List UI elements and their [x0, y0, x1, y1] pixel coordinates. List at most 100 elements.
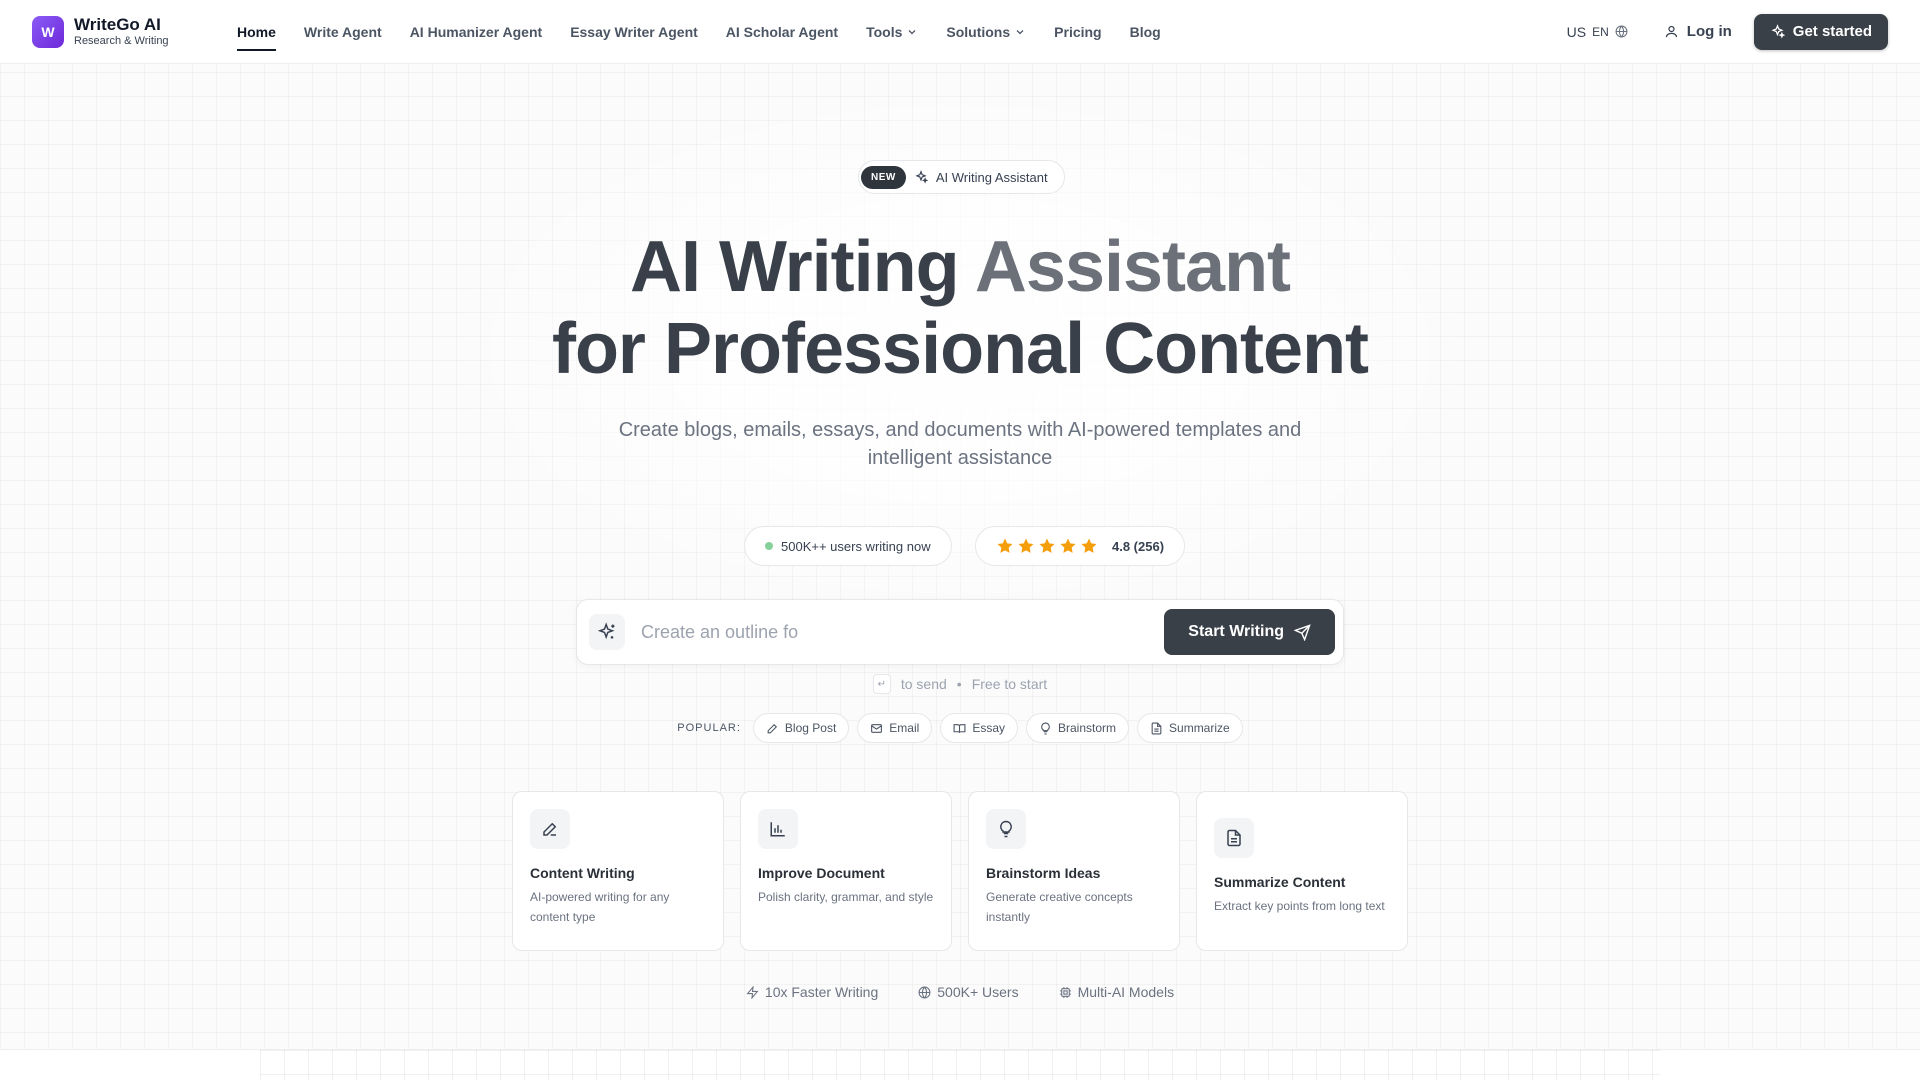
hint-separator: • — [956, 676, 962, 692]
chip-essay[interactable]: Essay — [940, 713, 1018, 743]
enter-key-icon: ↵ — [872, 674, 891, 694]
nav-ai-humanizer-agent[interactable]: AI Humanizer Agent — [410, 0, 543, 64]
chip-label: Email — [889, 721, 920, 735]
stats-row: 10x Faster Writing 500K+ Users Multi-AI … — [0, 984, 1920, 1000]
brand-name: WriteGo AI — [74, 15, 161, 35]
start-writing-label: Start Writing — [1188, 623, 1284, 640]
star-rating — [996, 537, 1098, 555]
star-icon — [1018, 538, 1034, 553]
stat-label: Multi-AI Models — [1077, 984, 1175, 1000]
next-section-edge — [0, 1049, 1920, 1080]
user-icon — [1665, 25, 1677, 38]
chevron-down-icon — [908, 29, 916, 34]
card-description: Polish clarity, grammar, and style — [758, 890, 934, 904]
star-icon — [1039, 538, 1055, 553]
nav-essay-writer-agent[interactable]: Essay Writer Agent — [570, 0, 698, 64]
feature-card-content-writing[interactable]: Content Writing AI-powered writing for a… — [512, 791, 724, 951]
nav-blog[interactable]: Blog — [1130, 0, 1161, 64]
feature-card-improve-document[interactable]: Improve Document Polish clarity, grammar… — [740, 791, 952, 951]
chip-brainstorm[interactable]: Brainstorm — [1026, 713, 1130, 743]
chip-summarize[interactable]: Summarize — [1137, 713, 1243, 743]
top-navbar: W WriteGo AI Research & Writing Home Wri… — [0, 0, 1920, 64]
mail-icon — [871, 723, 883, 733]
nav-tools-label: Tools — [866, 23, 903, 40]
prompt-box: Start Writing — [576, 599, 1344, 665]
hero-subtitle: Create blogs, emails, essays, and docume… — [618, 419, 1302, 469]
lightning-icon — [746, 985, 759, 999]
hero-title-dark: AI Writing — [629, 227, 975, 307]
hero-title-gray: Assistant — [974, 227, 1291, 307]
brand-tagline: Research & Writing — [74, 34, 169, 47]
get-started-label: Get started — [1792, 23, 1872, 40]
nav-solutions-label: Solutions — [946, 23, 1011, 40]
globe-icon — [1615, 25, 1628, 38]
rating-text: 4.8 (256) — [1112, 538, 1165, 554]
stat-multi-ai: Multi-AI Models — [1059, 984, 1174, 1000]
login-link[interactable]: Log in — [1664, 23, 1732, 40]
send-icon — [1294, 623, 1311, 641]
nav-write-agent[interactable]: Write Agent — [304, 0, 382, 64]
nav-home[interactable]: Home — [237, 0, 276, 64]
star-icon — [1081, 538, 1097, 553]
globe-icon — [918, 986, 931, 998]
card-title: Content Writing — [530, 865, 635, 881]
card-description: AI-powered writing for any content type — [530, 890, 670, 924]
live-users-pill: 500K++ users writing now — [744, 526, 952, 566]
language-selector[interactable]: US EN — [1567, 24, 1628, 40]
login-label: Log in — [1686, 23, 1732, 40]
nav-solutions-dropdown[interactable]: Solutions — [946, 0, 1026, 64]
sparkles-icon — [1771, 24, 1785, 39]
book-icon — [953, 723, 966, 733]
hero-title-line2: for Professional Content — [551, 309, 1369, 389]
live-users-text: 500K++ users writing now — [781, 538, 931, 554]
popular-label: POPULAR: — [677, 722, 741, 734]
nav-pricing[interactable]: Pricing — [1054, 0, 1101, 64]
lightbulb-icon — [1041, 722, 1050, 734]
language-code: EN — [1592, 24, 1609, 39]
main-menu: Home Write Agent AI Humanizer Agent Essa… — [237, 0, 1161, 64]
hero-title-line1: AI Writing Assistant — [0, 226, 1920, 308]
document-icon — [1151, 722, 1162, 734]
rating-pill: 4.8 (256) — [975, 526, 1186, 566]
hint-send: to send — [900, 676, 947, 692]
pencil-icon — [530, 809, 570, 849]
chip-email[interactable]: Email — [857, 713, 933, 743]
chevron-down-icon — [1016, 29, 1024, 34]
feature-card-summarize-content[interactable]: Summarize Content Extract key points fro… — [1196, 791, 1408, 951]
star-icon — [997, 538, 1013, 553]
sparkles-icon — [597, 622, 615, 640]
feature-card-brainstorm-ideas[interactable]: Brainstorm Ideas Generate creative conce… — [968, 791, 1180, 951]
document-icon — [1214, 818, 1254, 858]
stat-users: 500K+ Users — [918, 984, 1019, 1000]
new-tag: NEW — [861, 165, 906, 189]
nav-ai-scholar-agent[interactable]: AI Scholar Agent — [726, 0, 838, 64]
start-writing-button[interactable]: Start Writing — [1164, 609, 1335, 655]
popular-templates: POPULAR: Blog Post Email Essay Brainstor… — [0, 713, 1920, 743]
grid-pattern — [260, 1050, 1660, 1080]
prompt-input[interactable] — [641, 621, 1165, 643]
stat-label: 500K+ Users — [937, 984, 1019, 1000]
cpu-icon — [1059, 986, 1071, 998]
chip-label: Brainstorm — [1058, 721, 1117, 735]
logo-icon: W — [32, 15, 64, 48]
sparkles-icon — [915, 170, 928, 184]
chip-label: Essay — [972, 721, 1005, 735]
lightbulb-icon — [986, 809, 1026, 849]
live-dot — [765, 542, 773, 550]
nav-tools-dropdown[interactable]: Tools — [866, 0, 918, 64]
card-title: Brainstorm Ideas — [986, 865, 1101, 881]
chip-label: Blog Post — [784, 721, 837, 735]
card-description: Extract key points from long text — [1214, 899, 1385, 913]
card-title: Improve Document — [758, 865, 885, 881]
chip-blog-post[interactable]: Blog Post — [752, 713, 850, 743]
card-title: Summarize Content — [1214, 874, 1346, 890]
star-icon — [1060, 538, 1076, 553]
get-started-button[interactable]: Get started — [1753, 13, 1888, 50]
region-code: US — [1566, 23, 1587, 40]
announcement-badge: NEW AI Writing Assistant — [858, 160, 1065, 194]
brand-logo[interactable]: W WriteGo AI Research & Writing — [32, 15, 212, 48]
stat-label: 10x Faster Writing — [764, 984, 879, 1000]
prompt-hint: ↵ to send • Free to start — [0, 674, 1920, 694]
chip-label: Summarize — [1169, 721, 1230, 735]
bar-chart-icon — [758, 809, 798, 849]
